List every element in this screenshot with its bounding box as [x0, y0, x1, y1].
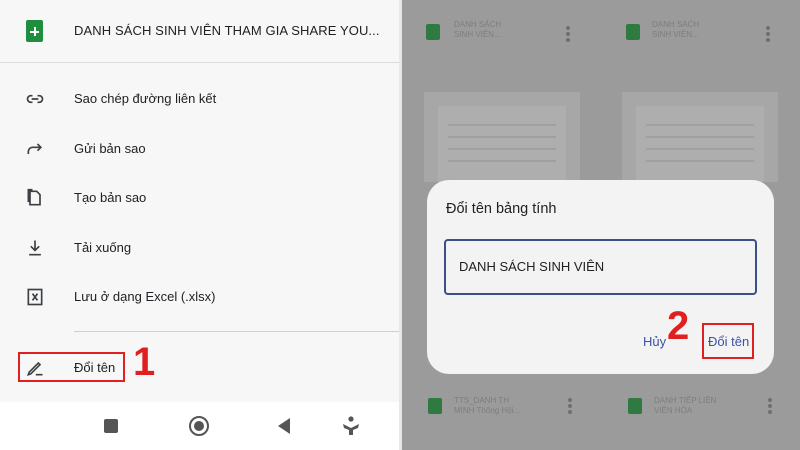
- file-name: TTS_DANH TH MINH Thông Hội...: [454, 396, 521, 415]
- sheets-icon: [628, 398, 642, 414]
- file-thumbnail: [424, 92, 580, 182]
- step-2-highlight: [702, 323, 754, 359]
- android-nav-bar: [0, 402, 399, 450]
- file-thumbnail: [622, 92, 778, 182]
- link-icon: [26, 94, 44, 104]
- more-icon: [766, 26, 770, 42]
- more-icon: [568, 398, 572, 414]
- sheets-icon: [428, 398, 442, 414]
- menu-item-download[interactable]: Tải xuống: [0, 228, 399, 268]
- sheets-icon: [626, 24, 640, 40]
- menu-item-label: Tải xuống: [74, 240, 132, 255]
- dialog-title: Đổi tên bảng tính: [446, 201, 557, 217]
- rename-input-value[interactable]: DANH SÁCH SINH VIÊN: [459, 259, 604, 274]
- menu-item-label: Sao chép đường liên kết: [74, 91, 217, 106]
- file-title: DANH SÁCH SINH VIÊN THAM GIA SHARE YOU..…: [74, 23, 380, 38]
- file-name: DANH SÁCH SINH VIÊN...: [454, 20, 502, 39]
- menu-item-label: Lưu ở dạng Excel (.xlsx): [74, 289, 216, 304]
- sheets-icon: [26, 20, 43, 42]
- menu-divider: [74, 331, 399, 332]
- more-icon: [566, 26, 570, 42]
- file-name: DANH SÁCH SINH VIÊN...: [652, 20, 700, 39]
- home-circle-icon[interactable]: [188, 415, 210, 437]
- cancel-button[interactable]: Hủy: [643, 334, 666, 349]
- copy-icon: [27, 188, 41, 206]
- sheets-icon: [426, 24, 440, 40]
- download-icon: [29, 240, 41, 256]
- menu-item-label: Gửi bản sao: [74, 141, 146, 156]
- file-name: DANH TIẾP LIÊN VIÊN HÓA: [654, 396, 717, 415]
- square-nav-icon[interactable]: [100, 415, 122, 437]
- accessibility-icon[interactable]: [340, 415, 362, 437]
- excel-icon: [27, 288, 43, 306]
- step-2-marker: 2: [667, 304, 690, 348]
- menu-item-make-copy[interactable]: Tạo bản sao: [0, 178, 399, 218]
- file-header: DANH SÁCH SINH VIÊN THAM GIA SHARE YOU..…: [0, 0, 399, 62]
- header-divider: [0, 62, 399, 63]
- actions-panel: DANH SÁCH SINH VIÊN THAM GIA SHARE YOU..…: [0, 0, 399, 450]
- share-arrow-icon: [27, 143, 43, 154]
- back-triangle-icon[interactable]: [274, 415, 296, 437]
- more-icon: [768, 398, 772, 414]
- menu-item-label: Tạo bản sao: [74, 190, 147, 205]
- step-1-marker: 1: [133, 340, 156, 384]
- menu-item-save-as-excel[interactable]: Lưu ở dạng Excel (.xlsx): [0, 277, 399, 317]
- menu-item-copy-link[interactable]: Sao chép đường liên kết: [0, 79, 399, 119]
- step-1-highlight: [18, 352, 125, 382]
- menu-item-send-copy[interactable]: Gửi bản sao: [0, 129, 399, 169]
